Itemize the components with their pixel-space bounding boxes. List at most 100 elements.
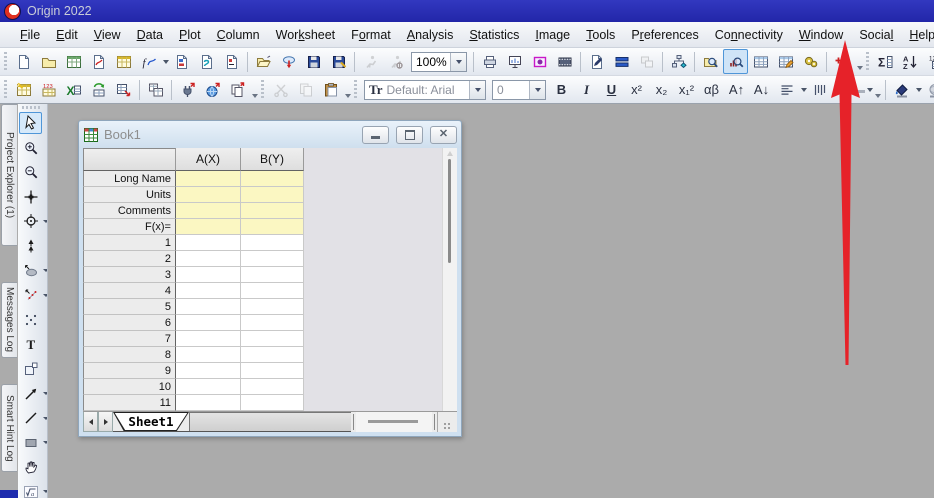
scroll-up-icon[interactable]: [446, 151, 453, 156]
system-settings-button[interactable]: [798, 49, 823, 74]
zoom-level-combo[interactable]: 100%: [411, 51, 467, 72]
restore-button[interactable]: [396, 125, 423, 144]
menu-analysis[interactable]: Analysis: [399, 25, 462, 45]
sort-worksheet-button[interactable]: [898, 49, 923, 74]
menu-format[interactable]: Format: [343, 25, 399, 45]
equation-tool[interactable]: [19, 481, 42, 498]
column-header-by[interactable]: B(Y): [241, 148, 304, 171]
menu-window[interactable]: Window: [791, 25, 851, 45]
fill-color-button[interactable]: [889, 77, 914, 102]
menu-worksheet[interactable]: Worksheet: [268, 25, 344, 45]
cell[interactable]: [176, 283, 241, 299]
horizontal-scrollbar-thumb[interactable]: [368, 420, 418, 423]
dot-tool[interactable]: [19, 309, 42, 331]
cell[interactable]: [176, 395, 241, 411]
greek-symbols-button[interactable]: αβ: [699, 77, 724, 102]
pattern-fill-button[interactable]: [922, 77, 934, 102]
cell[interactable]: [176, 203, 241, 219]
cell[interactable]: [241, 267, 304, 283]
clone-connector-button[interactable]: [225, 77, 250, 102]
draw-data-tool-dropdown-icon[interactable]: [43, 293, 47, 297]
sheet1-tab[interactable]: Sheet1: [113, 412, 189, 431]
menu-preferences[interactable]: Preferences: [623, 25, 706, 45]
worksheet-display-options-button[interactable]: [748, 49, 773, 74]
menu-column[interactable]: Column: [209, 25, 268, 45]
sub-superscript-button[interactable]: x₁²: [674, 77, 699, 102]
data-reader-tool-dropdown-icon[interactable]: [43, 219, 47, 223]
save-project-button[interactable]: [301, 49, 326, 74]
data-selector-tool[interactable]: [19, 235, 42, 257]
toolbar-drag-handle[interactable]: [354, 79, 357, 100]
minimize-button[interactable]: [362, 125, 389, 144]
reimport-data-button[interactable]: [86, 77, 111, 102]
draw-data-tool[interactable]: [19, 284, 42, 306]
zoom-level-dropdown-button[interactable]: [450, 52, 466, 71]
toolbar-drag-handle[interactable]: [4, 79, 7, 100]
cell[interactable]: [241, 251, 304, 267]
cell[interactable]: [176, 219, 241, 235]
increase-font-button[interactable]: A↑: [724, 77, 749, 102]
edit-mode-button[interactable]: [584, 49, 609, 74]
cell[interactable]: [176, 251, 241, 267]
import-from-cloud-button[interactable]: [276, 49, 301, 74]
equation-tool-dropdown-icon[interactable]: [43, 490, 47, 494]
clone-import-button[interactable]: [143, 77, 168, 102]
toolbar-overflow-button[interactable]: [250, 78, 259, 101]
superscript-button[interactable]: x²: [624, 77, 649, 102]
cell[interactable]: [241, 299, 304, 315]
side-tab-smart-hint-log[interactable]: Smart Hint Log: [1, 384, 17, 472]
statistics-on-column-button[interactable]: [873, 49, 898, 74]
menu-file[interactable]: File: [12, 25, 48, 45]
side-tab-messages-log[interactable]: Messages Log: [1, 282, 17, 358]
worksheet-properties-button[interactable]: [773, 49, 798, 74]
cell[interactable]: [241, 315, 304, 331]
align-text-button[interactable]: [774, 77, 799, 102]
stop-script-button[interactable]: [383, 49, 408, 74]
mask-range-tool-dropdown-icon[interactable]: [43, 269, 47, 273]
cell[interactable]: [176, 315, 241, 331]
toolbar-overflow-button[interactable]: [343, 78, 352, 101]
cell[interactable]: [241, 283, 304, 299]
vertical-scrollbar[interactable]: [442, 148, 457, 412]
slide-show-button[interactable]: [502, 49, 527, 74]
menu-data[interactable]: Data: [129, 25, 171, 45]
menu-statistics[interactable]: Statistics: [461, 25, 527, 45]
cell[interactable]: [176, 299, 241, 315]
bottom-dock-tab[interactable]: [0, 490, 18, 498]
font-color-button[interactable]: A: [840, 77, 866, 102]
cell[interactable]: [241, 235, 304, 251]
subscript-button[interactable]: x₂: [649, 77, 674, 102]
menu-image[interactable]: Image: [527, 25, 578, 45]
rectangle-tool-dropdown-icon[interactable]: [43, 441, 47, 445]
line-tool-dropdown-icon[interactable]: [43, 416, 47, 420]
print-button[interactable]: [477, 49, 502, 74]
new-workbook-button[interactable]: [61, 49, 86, 74]
paste-button[interactable]: [318, 77, 343, 102]
find-in-project-button[interactable]: [698, 49, 723, 74]
toolbar-overflow-button[interactable]: [855, 50, 864, 73]
tools-drag-handle[interactable]: [22, 106, 40, 109]
cell[interactable]: [241, 379, 304, 395]
import-database-button[interactable]: [111, 77, 136, 102]
cell[interactable]: [176, 347, 241, 363]
menu-help[interactable]: Help: [901, 25, 934, 45]
resize-grip[interactable]: [437, 412, 453, 432]
add-new-column-button[interactable]: [830, 49, 855, 74]
book1-window[interactable]: Book1 ✕ A(X) B(Y) Long Name Units Comments F(…: [78, 120, 462, 437]
sheet-next-button[interactable]: [98, 412, 113, 432]
toolbar-drag-handle[interactable]: [261, 79, 264, 100]
zoom-in-tool[interactable]: [19, 137, 42, 159]
mask-range-tool[interactable]: [19, 260, 42, 282]
merge-windows-button[interactable]: [634, 49, 659, 74]
cell[interactable]: [176, 235, 241, 251]
decrease-font-button[interactable]: A↓: [749, 77, 774, 102]
new-folder-button[interactable]: [36, 49, 61, 74]
layer-management-button[interactable]: [609, 49, 634, 74]
new-function-plot-button[interactable]: [136, 49, 161, 74]
new-matrix-button[interactable]: [111, 49, 136, 74]
text-tool[interactable]: [19, 333, 42, 355]
column-header-ax[interactable]: A(X): [176, 148, 241, 171]
cell[interactable]: [241, 187, 304, 203]
pan-tool[interactable]: [19, 456, 42, 478]
new-image-window-button[interactable]: [527, 49, 552, 74]
